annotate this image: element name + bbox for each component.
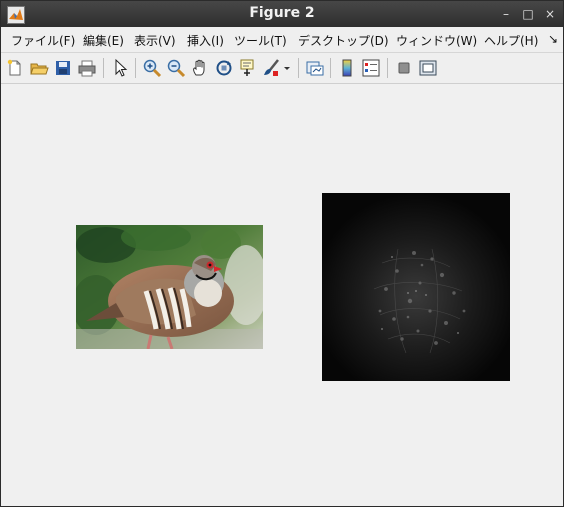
- show-plot-tools-icon[interactable]: [418, 58, 438, 78]
- print-icon[interactable]: [77, 58, 97, 78]
- rotate-3d-icon[interactable]: [214, 58, 234, 78]
- fft-magnitude-spectrum: [322, 193, 510, 381]
- toolbar-separator: [135, 58, 136, 78]
- legend-icon[interactable]: [361, 58, 381, 78]
- menu-view[interactable]: 表示(V): [134, 32, 176, 49]
- menu-help[interactable]: ヘルプ(H): [484, 32, 538, 49]
- new-figure-icon[interactable]: [5, 58, 25, 78]
- menu-edit[interactable]: 編集(E): [83, 32, 124, 49]
- close-button[interactable]: ×: [541, 5, 559, 23]
- menu-overflow-icon[interactable]: ↘: [548, 32, 558, 46]
- toolbar-separator: [387, 58, 388, 78]
- menu-bar: ファイル(F) 編集(E) 表示(V) 挿入(I) ツール(T) デスクトップ(…: [1, 27, 563, 53]
- hide-plot-tools-icon[interactable]: [394, 58, 414, 78]
- menu-tools[interactable]: ツール(T): [234, 32, 287, 49]
- colorbar-icon[interactable]: [337, 58, 357, 78]
- title-bar[interactable]: Figure 2 – □ ×: [1, 1, 563, 27]
- link-plot-icon[interactable]: [305, 58, 325, 78]
- select-pointer-icon[interactable]: [111, 58, 131, 78]
- partridge-photo: [72, 223, 268, 350]
- data-cursor-icon[interactable]: [238, 58, 258, 78]
- toolbar-separator: [298, 58, 299, 78]
- menu-file[interactable]: ファイル(F): [11, 32, 75, 49]
- menu-window[interactable]: ウィンドウ(W): [396, 32, 477, 49]
- menu-desktop[interactable]: デスクトップ(D): [298, 32, 389, 49]
- figure-window: Figure 2 – □ × ファイル(F) 編集(E) 表示(V) 挿入(I)…: [0, 0, 564, 507]
- zoom-in-icon[interactable]: [142, 58, 162, 78]
- zoom-out-icon[interactable]: [166, 58, 186, 78]
- toolbar-separator: [103, 58, 104, 78]
- window-title: Figure 2: [249, 5, 315, 21]
- toolbar-separator: [330, 58, 331, 78]
- save-icon[interactable]: [53, 58, 73, 78]
- brush-icon[interactable]: [261, 58, 281, 78]
- minimize-button[interactable]: –: [497, 5, 515, 23]
- brush-dropdown-icon[interactable]: [282, 58, 292, 78]
- figure-toolbar: [1, 53, 563, 84]
- pan-hand-icon[interactable]: [190, 58, 210, 78]
- open-folder-icon[interactable]: [29, 58, 49, 78]
- menu-insert[interactable]: 挿入(I): [187, 32, 224, 49]
- maximize-button[interactable]: □: [519, 5, 537, 23]
